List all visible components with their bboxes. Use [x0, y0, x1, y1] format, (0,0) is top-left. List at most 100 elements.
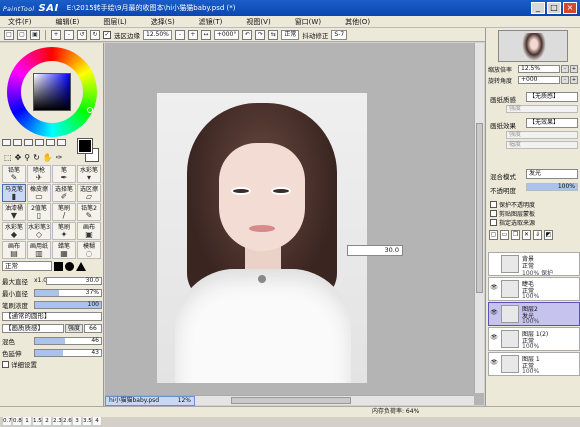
canvas-image[interactable]	[157, 93, 367, 383]
tool-2[interactable]: 笔 ✒	[52, 165, 76, 183]
navigator-preview[interactable]	[498, 30, 568, 62]
nav-angle-minus[interactable]: -	[561, 76, 569, 84]
tool-16[interactable]: 画布 ▤	[2, 241, 26, 259]
nav-zoom-plus[interactable]: +	[570, 65, 578, 73]
menu-edit[interactable]: 编辑(E)	[56, 17, 80, 27]
tool-0[interactable]: 铅笔 ✎	[2, 165, 26, 183]
eye-off-icon[interactable]	[490, 259, 498, 267]
eye-icon[interactable]: 👁	[490, 359, 498, 367]
tool-18[interactable]: 蜡笔 ▦	[52, 241, 76, 259]
tool-1[interactable]: 喷枪 ✈	[27, 165, 51, 183]
brush-mode-select[interactable]: 正常	[2, 261, 52, 271]
selection-source-checkbox[interactable]	[490, 219, 497, 226]
rotate-ccw-icon[interactable]: ↶	[242, 29, 253, 40]
tool-12[interactable]: 水彩笔 ◆	[2, 222, 26, 240]
vertical-scroll-thumb[interactable]	[476, 123, 483, 293]
zoom-field[interactable]: 12.50%	[143, 29, 172, 40]
min-size-slider[interactable]: 37%	[34, 288, 102, 297]
brush-tip-shape[interactable]	[54, 261, 63, 271]
eye-icon[interactable]: 👁	[490, 334, 498, 342]
layer-row[interactable]: 👁 图层2 发光 100%	[488, 302, 580, 326]
blend-mode-select[interactable]: 正常	[281, 29, 300, 40]
new-folder-icon[interactable]: ▭	[500, 230, 509, 240]
layer-opacity-slider[interactable]: 100%	[526, 183, 578, 191]
tool-15[interactable]: 画布 ▣	[77, 222, 101, 240]
mix-slider[interactable]: 46	[34, 336, 102, 345]
palette-icon[interactable]	[57, 139, 66, 146]
move-icon[interactable]: ✥	[15, 153, 22, 162]
rgb-slider-icon[interactable]	[13, 139, 22, 146]
nav-angle-plus[interactable]: +	[570, 76, 578, 84]
select-all-icon[interactable]: ▣	[30, 29, 40, 40]
tool-10[interactable]: 笔刷 /	[52, 203, 76, 221]
zoom-icon[interactable]: ⚲	[24, 153, 30, 162]
paper-texture-select[interactable]: 【无质感】	[526, 92, 578, 102]
close-button[interactable]: ×	[563, 2, 577, 14]
select-rect-icon[interactable]: ⬚	[4, 153, 12, 162]
minimize-button[interactable]: _	[531, 2, 545, 14]
stabilizer-select[interactable]: S-7	[331, 29, 348, 40]
menu-other[interactable]: 其他(O)	[345, 17, 370, 27]
menu-select[interactable]: 选择(S)	[151, 17, 175, 27]
paper-effect-select[interactable]: 【无效果】	[526, 118, 578, 128]
tool-7[interactable]: 选区擦 ▱	[77, 184, 101, 202]
swatch-icon[interactable]	[35, 139, 44, 146]
hand-icon[interactable]: ✋	[43, 153, 53, 162]
menu-filter[interactable]: 滤镜(T)	[199, 17, 223, 27]
eye-icon[interactable]: 👁	[490, 309, 498, 317]
eyedropper-icon[interactable]: ✑	[56, 153, 63, 162]
crop-icon[interactable]: ▢	[17, 29, 27, 40]
merge-layer-icon[interactable]: ⇓	[533, 230, 542, 240]
rotate-cw-icon[interactable]: ↷	[255, 29, 266, 40]
tool-4[interactable]: 马克笔 ▮	[2, 184, 26, 202]
nav-zoom-field[interactable]: 12.5%	[518, 65, 560, 73]
layer-mask-icon[interactable]: ◩	[544, 230, 553, 240]
tool-17[interactable]: 画用纸 ▥	[27, 241, 51, 259]
max-size-slider[interactable]: 30.0	[46, 276, 102, 285]
zoom-minus-icon[interactable]: -	[174, 29, 185, 40]
flip-icon[interactable]: ⇆	[268, 29, 279, 40]
zoom-reset-icon[interactable]: ↔	[200, 29, 211, 40]
color-wheel[interactable]	[7, 47, 97, 137]
zoom-in-icon[interactable]: +	[51, 29, 61, 40]
brush-shape-select[interactable]: 【通常的圆形】	[2, 312, 102, 321]
rotate-icon[interactable]: ↻	[33, 153, 40, 162]
scratchpad-icon[interactable]	[46, 139, 55, 146]
tool-3[interactable]: 水彩笔 ▾	[77, 165, 101, 183]
density-slider[interactable]: 100	[34, 300, 102, 309]
document-tab[interactable]: hi小猫猫baby.psd 12%	[105, 396, 195, 406]
eye-icon[interactable]: 👁	[490, 284, 498, 292]
menu-layer[interactable]: 图层(L)	[103, 17, 126, 27]
tool-8[interactable]: 油漆桶 ▼	[2, 203, 26, 221]
rotate-left-icon[interactable]: ↺	[77, 29, 87, 40]
tool-11[interactable]: 铅笔2 ✎	[77, 203, 101, 221]
menu-file[interactable]: 文件(F)	[8, 17, 32, 27]
hsv-slider-icon[interactable]	[24, 139, 33, 146]
color-wheel-mode-icon[interactable]	[2, 139, 11, 146]
color-swatches[interactable]	[77, 138, 100, 165]
layer-row[interactable]: 背景 正常 100% 保护	[488, 252, 580, 277]
tool-19[interactable]: 模糊 ◌	[77, 241, 101, 259]
menu-window[interactable]: 窗口(W)	[295, 17, 321, 27]
detail-settings-checkbox[interactable]	[2, 360, 9, 368]
saturation-value-square[interactable]	[33, 73, 71, 111]
horizontal-scroll-thumb[interactable]	[231, 397, 351, 404]
zoom-out-icon[interactable]: -	[64, 29, 74, 40]
tool-14[interactable]: 笔刷 ✦	[52, 222, 76, 240]
delete-layer-icon[interactable]: ✕	[522, 230, 531, 240]
paper-texture-strength[interactable]: 强度	[506, 105, 578, 113]
copy-layer-icon[interactable]: ❐	[511, 230, 520, 240]
nav-angle-field[interactable]: +000	[518, 76, 560, 84]
extend-slider[interactable]: 43	[34, 348, 102, 357]
tool-9[interactable]: 2值笔 ▯	[27, 203, 51, 221]
brush-tip-round[interactable]	[65, 261, 74, 271]
layer-blend-select[interactable]: 发光	[526, 169, 578, 179]
zoom-plus-icon[interactable]: +	[187, 29, 198, 40]
paper-effect-width[interactable]: 幅度	[506, 141, 578, 149]
nav-zoom-minus[interactable]: -	[561, 65, 569, 73]
texture-strength-value[interactable]: 66	[84, 324, 102, 333]
protect-opacity-checkbox[interactable]	[490, 201, 497, 208]
rotate-right-icon[interactable]: ↻	[90, 29, 100, 40]
selection-edge-checkbox[interactable]: ✓	[103, 30, 111, 39]
layer-row[interactable]: 👁 图层 1(2) 正常 100%	[488, 327, 580, 351]
